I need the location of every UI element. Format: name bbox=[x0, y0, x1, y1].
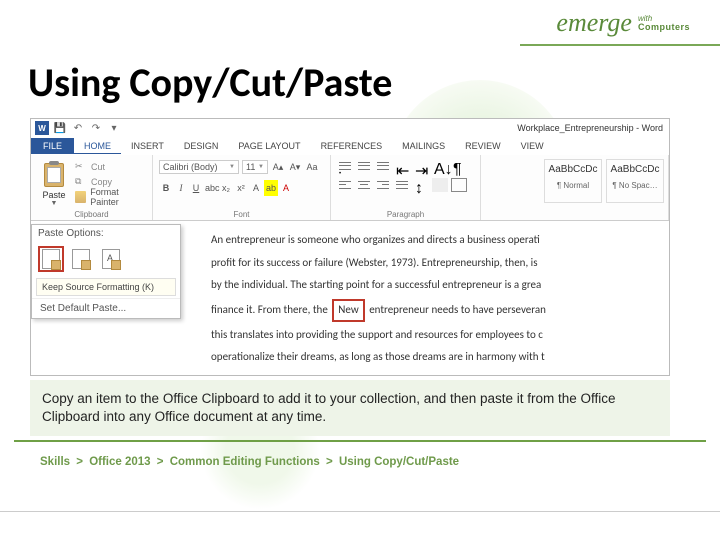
tab-home[interactable]: HOME bbox=[74, 139, 121, 154]
group-label: Clipboard bbox=[31, 210, 152, 219]
chevron-down-icon[interactable]: ▼ bbox=[35, 200, 73, 207]
highlight-button[interactable]: ab bbox=[264, 180, 278, 196]
align-left-button[interactable] bbox=[337, 178, 353, 192]
scissors-icon: ✂ bbox=[75, 161, 87, 173]
font-name-combo[interactable]: Calibri (Body)▼ bbox=[159, 160, 239, 174]
decrease-indent-button[interactable]: ⇤ bbox=[394, 159, 410, 173]
paste-label: Paste bbox=[35, 190, 73, 200]
underline-button[interactable]: U bbox=[189, 180, 203, 196]
paste-tooltip: Keep Source Formatting (K) bbox=[36, 278, 176, 296]
undo-icon[interactable]: ↶ bbox=[71, 121, 85, 135]
qat-dropdown-icon[interactable]: ▾ bbox=[107, 121, 121, 135]
paste-options-header: Paste Options: bbox=[32, 225, 180, 242]
crumb-sep: > bbox=[76, 456, 83, 468]
crumb: Using Copy/Cut/Paste bbox=[339, 456, 459, 468]
strikethrough-button[interactable]: abc bbox=[204, 180, 218, 196]
styles-group: AaBbCcDc ¶ Normal AaBbCcDc ¶ No Spac… bbox=[481, 155, 669, 220]
align-right-button[interactable] bbox=[375, 178, 391, 192]
logo-text: emerge bbox=[556, 8, 632, 38]
section-divider bbox=[14, 440, 706, 442]
font-size-combo[interactable]: 11▼ bbox=[242, 160, 268, 174]
tab-mailings[interactable]: MAILINGS bbox=[392, 139, 455, 153]
tab-page-layout[interactable]: PAGE LAYOUT bbox=[228, 139, 310, 153]
change-case-button[interactable]: Aa bbox=[305, 159, 319, 175]
copy-icon: ⧉ bbox=[75, 176, 87, 188]
grow-font-button[interactable]: A▴ bbox=[271, 159, 285, 175]
breadcrumb: Skills > Office 2013 > Common Editing Fu… bbox=[40, 456, 459, 468]
show-marks-button[interactable]: ¶ bbox=[451, 159, 467, 173]
group-label: Paragraph bbox=[331, 210, 480, 219]
crumb: Skills bbox=[40, 456, 70, 468]
doc-line: finance it. From there, the New entrepre… bbox=[211, 299, 657, 322]
cut-button[interactable]: ✂Cut bbox=[75, 159, 146, 174]
set-default-paste-item[interactable]: Set Default Paste... bbox=[32, 298, 180, 318]
page-title: Using Copy/Cut/Paste bbox=[28, 58, 392, 107]
font-color-button[interactable]: A bbox=[279, 180, 293, 196]
bullets-button[interactable] bbox=[337, 159, 353, 173]
paste-icon bbox=[42, 161, 66, 189]
caption-box: Copy an item to the Office Clipboard to … bbox=[30, 380, 670, 436]
doc-line: operationalize their dreams, as long as … bbox=[211, 348, 657, 367]
paragraph-group: ⇤ ⇥ A↓ ¶ ↕ Paragraph bbox=[331, 155, 481, 220]
logo-underline bbox=[520, 44, 720, 46]
clipboard-group: Paste ▼ ✂Cut ⧉Copy Format Painter Clipbo… bbox=[31, 155, 153, 220]
footer-rule bbox=[0, 511, 720, 512]
paste-keep-source-button[interactable] bbox=[38, 246, 64, 272]
font-group: Calibri (Body)▼ 11▼ A▴ A▾ Aa B I U abc x… bbox=[153, 155, 331, 220]
multilevel-button[interactable] bbox=[375, 159, 391, 173]
superscript-button[interactable]: x² bbox=[234, 180, 248, 196]
align-center-button[interactable] bbox=[356, 178, 372, 192]
crumb-sep: > bbox=[157, 456, 164, 468]
crumb: Common Editing Functions bbox=[170, 456, 320, 468]
sort-button[interactable]: A↓ bbox=[432, 159, 448, 173]
word-app-icon[interactable]: W bbox=[35, 121, 49, 135]
numbering-button[interactable] bbox=[356, 159, 372, 173]
increase-indent-button[interactable]: ⇥ bbox=[413, 159, 429, 173]
clipboard-small-buttons: ✂Cut ⧉Copy Format Painter bbox=[73, 157, 148, 218]
chevron-down-icon: ▼ bbox=[258, 164, 264, 170]
document-title: Workplace_Entrepreneurship - Word bbox=[517, 123, 663, 133]
brand-logo: emerge with Computers bbox=[556, 8, 690, 38]
quick-access-toolbar: W 💾 ↶ ↷ ▾ Workplace_Entrepreneurship - W… bbox=[31, 119, 669, 137]
chevron-down-icon: ▼ bbox=[229, 164, 235, 170]
justify-button[interactable] bbox=[394, 178, 410, 192]
ribbon: Paste ▼ ✂Cut ⧉Copy Format Painter Clipbo… bbox=[31, 155, 669, 221]
tab-insert[interactable]: INSERT bbox=[121, 139, 174, 153]
shrink-font-button[interactable]: A▾ bbox=[288, 159, 302, 175]
paste-options-menu: Paste Options: A Keep Source Formatting … bbox=[31, 224, 181, 319]
ribbon-tabs: FILE HOME INSERT DESIGN PAGE LAYOUT REFE… bbox=[31, 137, 669, 155]
paste-button[interactable]: Paste ▼ bbox=[35, 157, 73, 218]
paste-merge-button[interactable] bbox=[68, 246, 94, 272]
word-screenshot: W 💾 ↶ ↷ ▾ Workplace_Entrepreneurship - W… bbox=[30, 118, 670, 376]
style-normal[interactable]: AaBbCcDc ¶ Normal bbox=[544, 159, 602, 203]
italic-button[interactable]: I bbox=[174, 180, 188, 196]
doc-line: by the individual. The starting point fo… bbox=[211, 276, 657, 295]
shading-button[interactable] bbox=[432, 178, 448, 192]
tab-review[interactable]: REVIEW bbox=[455, 139, 511, 153]
tab-view[interactable]: VIEW bbox=[511, 139, 554, 153]
paste-text-only-button[interactable]: A bbox=[98, 246, 124, 272]
inserted-text-highlight: New bbox=[332, 299, 364, 322]
format-painter-button[interactable]: Format Painter bbox=[75, 189, 146, 204]
logo-subtext: with Computers bbox=[638, 15, 690, 32]
crumb-sep: > bbox=[326, 456, 333, 468]
tab-file[interactable]: FILE bbox=[31, 138, 74, 154]
bold-button[interactable]: B bbox=[159, 180, 173, 196]
crumb: Office 2013 bbox=[89, 456, 150, 468]
subscript-button[interactable]: x₂ bbox=[219, 180, 233, 196]
doc-line: this translates into providing the suppo… bbox=[211, 326, 657, 345]
style-no-spacing[interactable]: AaBbCcDc ¶ No Spac… bbox=[606, 159, 664, 203]
doc-line: itself. bbox=[211, 371, 657, 376]
doc-line: profit for its success or failure (Webst… bbox=[211, 254, 657, 273]
text-effects-button[interactable]: A bbox=[249, 180, 263, 196]
redo-icon[interactable]: ↷ bbox=[89, 121, 103, 135]
tab-references[interactable]: REFERENCES bbox=[311, 139, 393, 153]
group-label: Font bbox=[153, 210, 330, 219]
borders-button[interactable] bbox=[451, 178, 467, 192]
save-icon[interactable]: 💾 bbox=[53, 121, 67, 135]
tab-design[interactable]: DESIGN bbox=[174, 139, 229, 153]
brush-icon bbox=[75, 191, 86, 203]
line-spacing-button[interactable]: ↕ bbox=[413, 178, 429, 192]
doc-line: An entrepreneur is someone who organizes… bbox=[211, 231, 657, 250]
